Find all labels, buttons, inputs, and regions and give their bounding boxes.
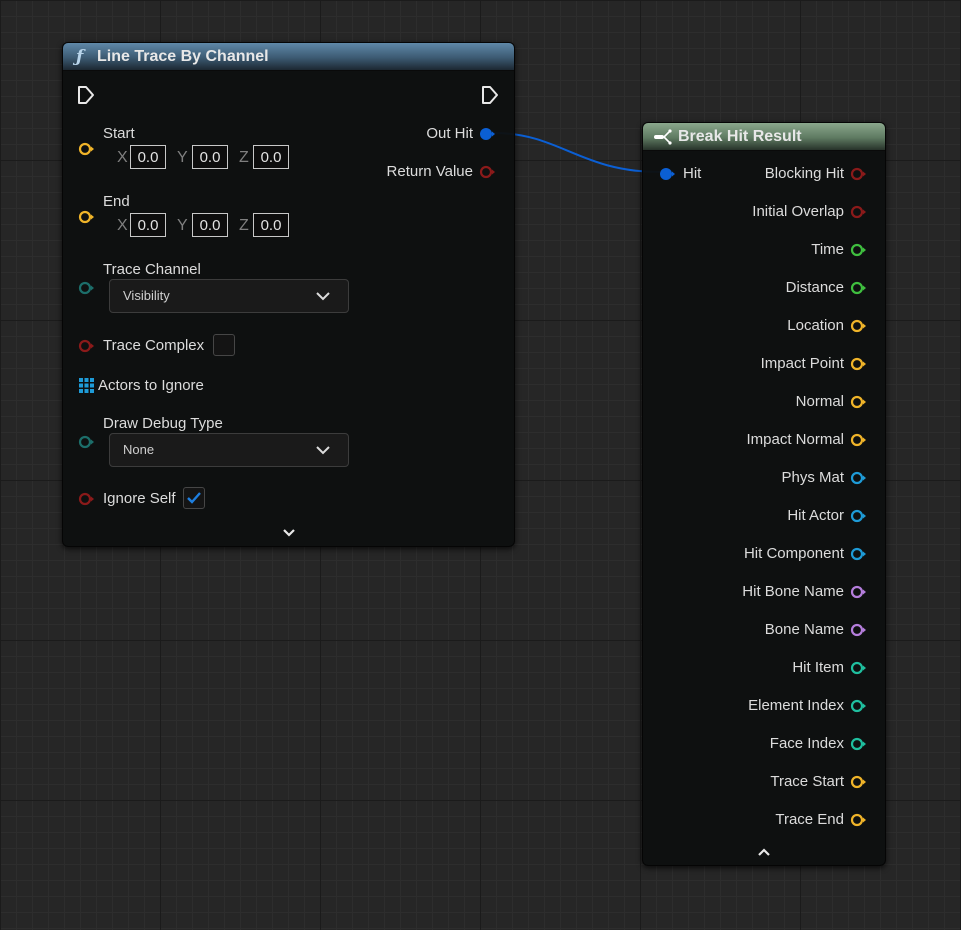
output-label-hit-item: Hit Item [792,659,844,676]
output-label-impact-point: Impact Point [760,355,844,372]
chevron-down-icon [316,292,330,301]
chevron-down-icon [316,446,330,455]
output-pin-bone-name[interactable] [850,623,866,637]
start-z-axis-label: Z [239,149,249,166]
out-hit-pin[interactable] [479,127,495,141]
break-struct-icon [654,129,672,145]
end-vector-pin[interactable] [78,210,94,224]
end-z-input[interactable] [253,213,289,237]
ignore-self-label: Ignore Self [103,490,176,507]
output-pin-distance[interactable] [850,281,866,295]
array-grid-icon[interactable] [79,378,94,393]
return-value-label: Return Value [386,163,473,180]
draw-debug-type-label: Draw Debug Type [103,415,223,432]
output-label-phys-mat: Phys Mat [781,469,844,486]
end-x-input[interactable] [130,213,166,237]
output-pin-hit-bone-name[interactable] [850,585,866,599]
line-trace-node-header[interactable]: ƒ Line Trace By Channel [63,43,514,71]
trace-complex-pin[interactable] [78,339,94,353]
exec-in-pin[interactable] [77,85,95,105]
start-label: Start [103,125,135,142]
hit-input-pin[interactable] [659,167,675,181]
draw-debug-type-pin[interactable] [78,435,94,449]
line-trace-by-channel-node[interactable]: ƒ Line Trace By Channel Start X Y Z End … [62,42,515,547]
output-label-normal: Normal [795,393,844,410]
function-icon: ƒ [76,47,84,67]
output-pin-blocking-hit[interactable] [850,167,866,181]
output-label-hit-component: Hit Component [743,545,844,562]
output-pin-face-index[interactable] [850,737,866,751]
output-pin-element-index[interactable] [850,699,866,713]
end-x-axis-label: X [117,217,128,234]
trace-complex-checkbox[interactable] [213,334,235,356]
start-x-input[interactable] [130,145,166,169]
output-label-hit-actor: Hit Actor [787,507,844,524]
checkmark-icon [187,492,201,504]
output-pin-impact-point[interactable] [850,357,866,371]
start-vector-pin[interactable] [78,142,94,156]
advanced-display-toggle-icon[interactable] [756,846,772,858]
start-x-axis-label: X [117,149,128,166]
break-hit-node-header[interactable]: Break Hit Result [643,123,885,151]
output-label-impact-normal: Impact Normal [746,431,844,448]
output-pin-trace-end[interactable] [850,813,866,827]
output-pin-hit-actor[interactable] [850,509,866,523]
draw-debug-type-dropdown[interactable]: None [109,433,349,467]
ignore-self-checkbox[interactable] [183,487,205,509]
output-label-bone-name: Bone Name [764,621,844,638]
start-y-input[interactable] [192,145,228,169]
output-label-trace-start: Trace Start [770,773,844,790]
output-label-element-index: Element Index [748,697,844,714]
output-pin-initial-overlap[interactable] [850,205,866,219]
line-trace-node-title: Line Trace By Channel [97,48,269,65]
output-pin-trace-start[interactable] [850,775,866,789]
hit-input-label: Hit [683,165,702,182]
output-label-trace-end: Trace End [775,811,844,828]
end-z-axis-label: Z [239,217,249,234]
trace-channel-label: Trace Channel [103,261,201,278]
output-label-blocking-hit: Blocking Hit [764,165,844,182]
output-pin-time[interactable] [850,243,866,257]
trace-channel-dropdown[interactable]: Visibility [109,279,349,313]
actors-to-ignore-label: Actors to Ignore [98,377,204,394]
output-pin-hit-component[interactable] [850,547,866,561]
end-y-axis-label: Y [177,217,188,234]
return-value-pin[interactable] [479,165,495,179]
start-z-input[interactable] [253,145,289,169]
output-label-time: Time [811,241,844,258]
advanced-display-toggle-icon[interactable] [281,527,297,539]
trace-complex-label: Trace Complex [103,337,205,354]
output-label-initial-overlap: Initial Overlap [752,203,844,220]
output-pin-impact-normal[interactable] [850,433,866,447]
output-label-hit-bone-name: Hit Bone Name [742,583,844,600]
break-hit-node-title: Break Hit Result [678,128,802,145]
exec-out-pin[interactable] [481,85,499,105]
draw-debug-type-value: None [123,442,155,457]
output-pin-phys-mat[interactable] [850,471,866,485]
output-pin-hit-item[interactable] [850,661,866,675]
output-label-location: Location [787,317,844,334]
trace-channel-value: Visibility [123,288,170,303]
ignore-self-pin[interactable] [78,492,94,506]
output-pin-location[interactable] [850,319,866,333]
end-label: End [103,193,130,210]
out-hit-label: Out Hit [426,125,473,142]
output-pin-normal[interactable] [850,395,866,409]
output-label-distance: Distance [785,279,844,296]
output-label-face-index: Face Index [769,735,844,752]
end-y-input[interactable] [192,213,228,237]
start-y-axis-label: Y [177,149,188,166]
break-hit-result-node[interactable]: Break Hit Result Hit Blocking Hit Initial… [642,122,886,866]
trace-channel-pin[interactable] [78,281,94,295]
